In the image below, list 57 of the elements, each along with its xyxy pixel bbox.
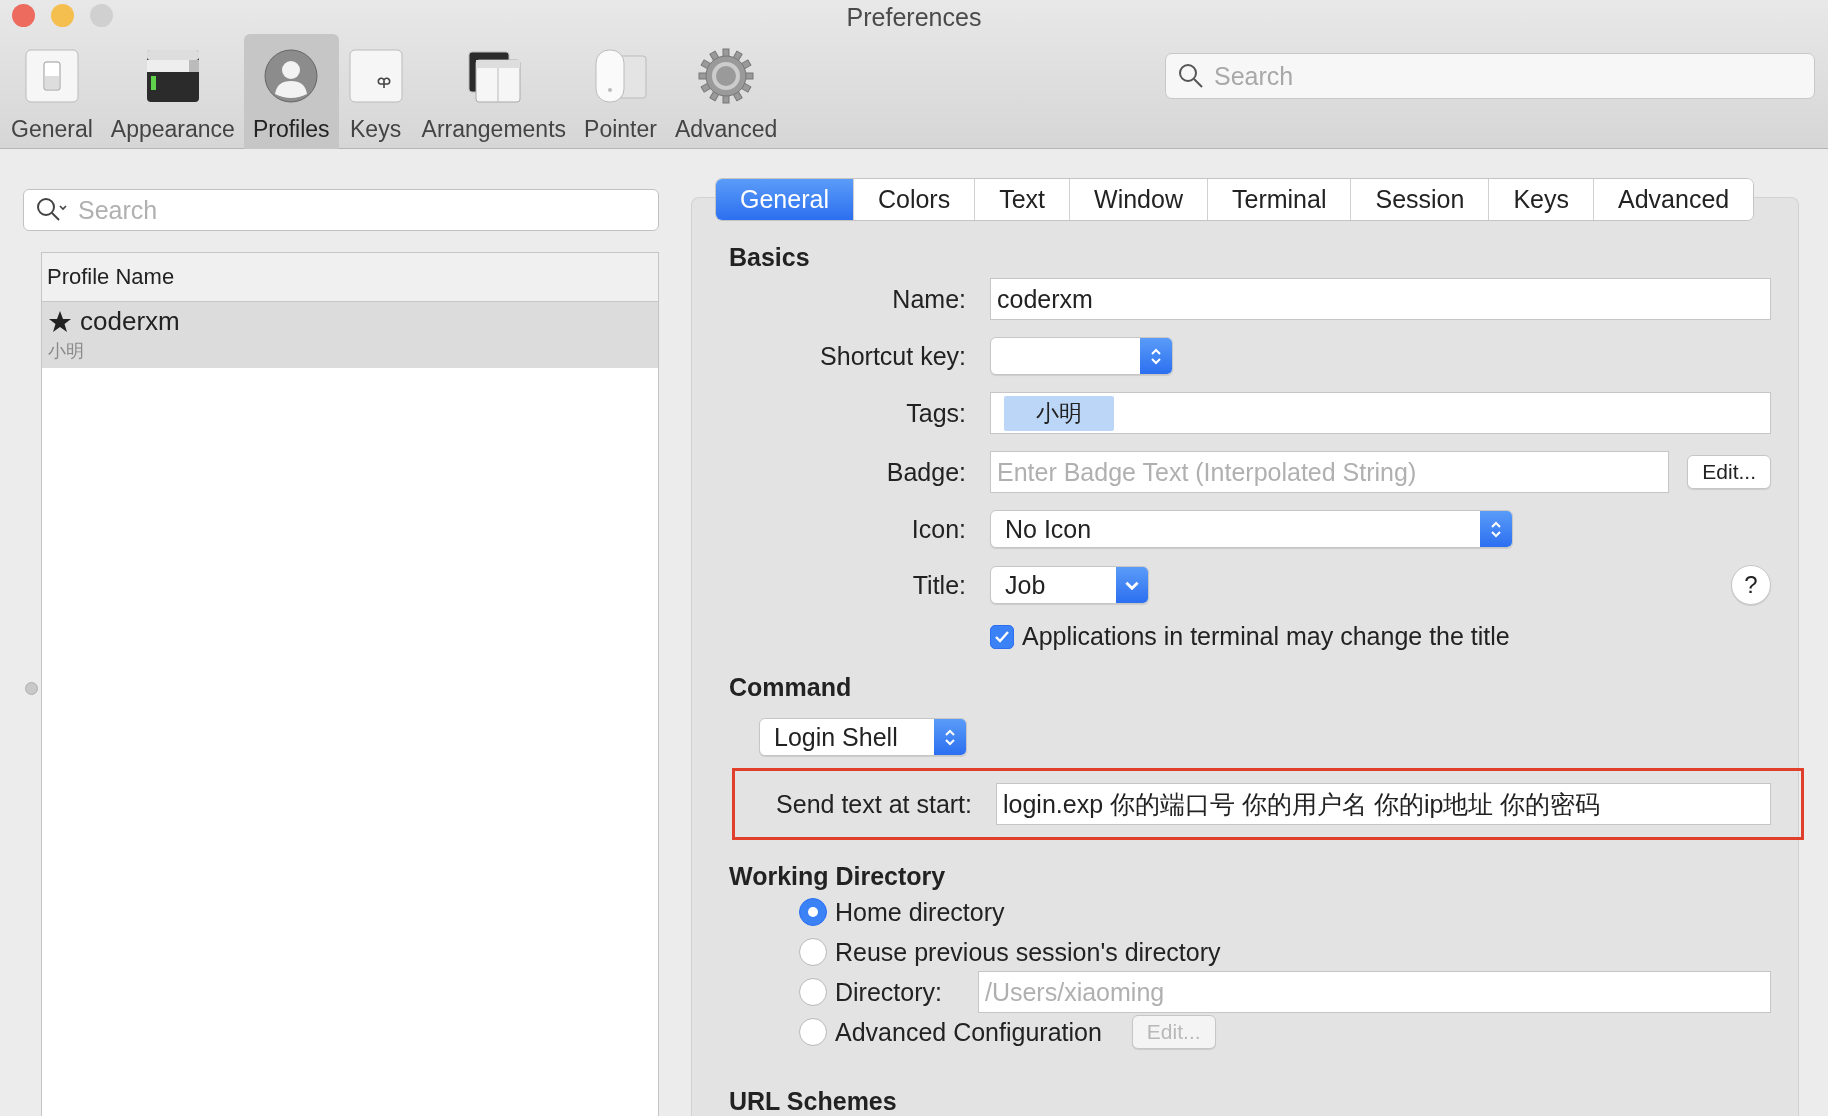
field-label: Send text at start:	[775, 789, 972, 819]
radio-label: Reuse previous session's directory	[835, 937, 1221, 967]
radio-label: Home directory	[835, 897, 1005, 927]
close-button[interactable]	[12, 4, 35, 27]
radio-button[interactable]	[799, 938, 827, 966]
command-popup[interactable]: Login Shell	[759, 718, 967, 756]
field-label: Shortcut key:	[819, 341, 966, 371]
checkbox-label: Applications in terminal may change the title	[1022, 622, 1510, 651]
toolbar-item[interactable]: Arrangements	[412, 34, 576, 149]
field-label: Title:	[911, 570, 966, 600]
profile-name: coderxm	[80, 306, 180, 337]
profile-tag: 小明	[48, 339, 652, 363]
section-title: Command	[729, 673, 853, 702]
profile-row[interactable]: coderxm 小明	[42, 302, 658, 368]
edit-button[interactable]: Edit...	[1687, 455, 1771, 489]
icon-popup[interactable]: No Icon	[990, 510, 1513, 548]
windows-icon	[465, 48, 522, 104]
section-title: Working Directory	[729, 862, 947, 891]
field-label: Badge:	[885, 457, 966, 487]
radio-label: Advanced Configuration	[835, 1017, 1102, 1047]
send-text-field[interactable]: login.exp 你的端口号 你的用户名 你的ip地址 你的密码	[996, 783, 1771, 825]
checkbox[interactable]	[990, 624, 1014, 649]
split-handle[interactable]	[25, 682, 38, 695]
terminal-icon	[144, 48, 201, 104]
zoom-button[interactable]	[90, 4, 113, 27]
toolbar-item[interactable]: Pointer	[575, 34, 666, 149]
search-icon	[36, 197, 70, 223]
section-title: URL Schemes	[729, 1087, 898, 1116]
chevron-down-icon	[1125, 580, 1139, 590]
column-header[interactable]: Profile Name	[42, 253, 658, 302]
minimize-button[interactable]	[51, 4, 74, 27]
tags-field[interactable]: 小明	[990, 392, 1771, 434]
field-label: Tags:	[905, 398, 966, 428]
person-icon	[263, 48, 320, 104]
tab[interactable]: General	[716, 179, 854, 220]
tag-chip[interactable]: 小明	[1004, 395, 1114, 431]
toolbar-item[interactable]: Keys	[338, 34, 413, 149]
toolbar-item[interactable]: Advanced	[665, 34, 787, 149]
section-title: Basics	[729, 243, 811, 272]
mouse-icon	[592, 48, 649, 104]
help-button[interactable]: ?	[1731, 565, 1771, 605]
search-icon	[1178, 63, 1204, 89]
field-label: Name:	[891, 284, 966, 314]
radio-label: Directory:	[835, 977, 942, 1007]
title-popup[interactable]: Job	[990, 566, 1149, 604]
field-label: Icon:	[910, 514, 966, 544]
switch-icon	[23, 48, 80, 104]
radio-button[interactable]	[799, 898, 827, 926]
radio-button[interactable]	[799, 1018, 827, 1046]
toolbar-item[interactable]: Profiles	[243, 34, 339, 149]
window-title: Preferences	[846, 2, 982, 32]
gear-icon	[698, 48, 755, 104]
toolbar-item[interactable]: General	[2, 34, 102, 149]
name-field[interactable]: coderxm	[990, 278, 1771, 320]
shortcut-key-popup[interactable]	[990, 337, 1173, 375]
toolbar-item[interactable]: Appearance	[101, 34, 244, 149]
radio-button[interactable]	[799, 978, 827, 1006]
